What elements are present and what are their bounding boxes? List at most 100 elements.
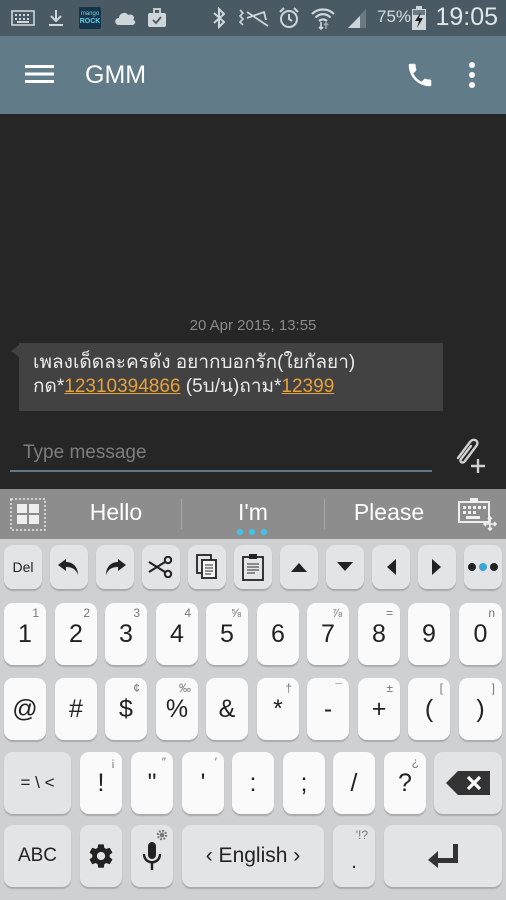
mango-label: mango	[80, 11, 100, 17]
message-bubble[interactable]: เพลงเด็ดละครดัง อยากบอกรัก(ใยกัลยา) กด*1…	[11, 343, 443, 411]
key-label: @	[12, 694, 38, 723]
arrow-up-icon	[291, 563, 307, 572]
key-1[interactable]: @	[4, 678, 46, 740]
abc-label: ABC	[17, 845, 58, 866]
key-label: 7	[321, 619, 335, 648]
more-suggestions-indicator	[237, 529, 267, 535]
redo-key[interactable]	[96, 545, 134, 589]
backspace-key[interactable]	[434, 752, 502, 814]
battery-charging-icon	[412, 6, 426, 30]
key-7[interactable]: ⅞7	[307, 603, 349, 665]
key-3[interactable]: ″ "	[131, 752, 173, 814]
key-5[interactable]: ⅝5	[206, 603, 248, 665]
keyboard: Del 1 1 2 2 3 3 4 4 ⅝ 5 6 ⅞ 7 = 8 9 n 0 @ # ¢ $ ‰% & † * ¯ - ± +[(])…	[0, 539, 506, 900]
more-vert-icon[interactable]	[460, 60, 484, 90]
keyboard-move-icon[interactable]	[458, 497, 498, 532]
key-alt-char: 2	[83, 606, 90, 620]
message-line-1: เพลงเด็ดละครดัง อยากบอกรัก(ใยกัลยา)	[33, 352, 356, 373]
key-4[interactable]: ′ '	[182, 752, 224, 814]
key-label: = \ <	[20, 773, 55, 792]
divider	[181, 499, 182, 529]
key-7[interactable]: /	[333, 752, 375, 814]
key-5[interactable]: :	[232, 752, 274, 814]
left-key[interactable]	[372, 545, 410, 589]
key-label: !	[97, 768, 105, 797]
key-alt-char: 3	[133, 606, 140, 620]
key-alt-char: ±	[386, 681, 393, 695]
period-key[interactable]: '!? .	[333, 825, 375, 887]
phone-icon[interactable]	[405, 60, 435, 90]
alarm-icon	[277, 6, 301, 30]
key-3[interactable]: 33	[105, 603, 147, 665]
settings-key[interactable]	[80, 825, 122, 887]
attach-add-icon[interactable]	[448, 434, 490, 476]
key-5[interactable]: &	[206, 678, 248, 740]
key-7[interactable]: ¯ -	[307, 678, 349, 740]
key-3[interactable]: ¢ $	[105, 678, 147, 740]
key-label: #	[69, 694, 83, 723]
mute-vibrate-icon	[238, 6, 270, 30]
key-label: *	[273, 694, 283, 723]
key-8[interactable]: ¿?	[384, 752, 426, 814]
right-key[interactable]	[418, 545, 456, 589]
abc-key[interactable]: ABC	[4, 825, 71, 887]
key-4[interactable]: ‰%	[156, 678, 198, 740]
more-key[interactable]	[464, 545, 502, 589]
status-bar: mango ROCK 75% 19:05	[0, 0, 506, 36]
key-8[interactable]: ± +	[358, 678, 400, 740]
key-10[interactable]: ])	[459, 678, 502, 740]
redo-icon	[106, 559, 126, 575]
language-label: ‹ English ›	[205, 844, 301, 867]
space-language-key[interactable]: ‹ English ›	[182, 825, 324, 887]
key-label: 3	[119, 619, 133, 648]
key-1[interactable]: 11	[4, 603, 46, 665]
key-9[interactable]: 9	[408, 603, 450, 665]
undo-key[interactable]	[50, 545, 88, 589]
del-key[interactable]: Del	[4, 545, 42, 589]
small-gear-icon	[156, 829, 168, 841]
down-key[interactable]	[326, 545, 364, 589]
key-alt-char: 1	[32, 606, 39, 620]
voice-input-key[interactable]	[131, 825, 173, 887]
grid-icon[interactable]	[10, 498, 46, 531]
key-10[interactable]: n0	[459, 603, 502, 665]
key-2[interactable]: 22	[55, 603, 97, 665]
key-4[interactable]: 44	[156, 603, 198, 665]
suggestion-2[interactable]: I'm	[193, 499, 313, 526]
key-label: 9	[422, 619, 436, 648]
key-alt-char: ]	[491, 681, 495, 695]
cut-key[interactable]	[142, 545, 180, 589]
enter-key[interactable]	[384, 825, 502, 887]
app-bar: GMM	[0, 36, 506, 114]
key-6[interactable]: ;	[283, 752, 325, 814]
key-2[interactable]: #	[55, 678, 97, 740]
key-label: /	[350, 768, 358, 797]
divider	[324, 499, 325, 529]
wifi-icon	[310, 6, 336, 30]
key-6[interactable]: 6	[257, 603, 299, 665]
menu-icon[interactable]	[25, 64, 55, 88]
key-label: 5	[220, 619, 234, 648]
phone-number-link[interactable]: 12310394866	[64, 376, 180, 397]
arrow-down-icon	[337, 562, 353, 571]
up-key[interactable]	[280, 545, 318, 589]
key-1[interactable]: = \ <	[4, 752, 71, 814]
suggestion-3[interactable]: Please	[329, 499, 449, 526]
short-code-link[interactable]: 12399	[281, 376, 334, 397]
conversation-title: GMM	[85, 61, 147, 89]
del-label: Del	[12, 559, 34, 575]
key-2[interactable]: ¡!	[80, 752, 122, 814]
copy-key[interactable]	[188, 545, 226, 589]
paste-key[interactable]	[234, 545, 272, 589]
key-8[interactable]: = 8	[358, 603, 400, 665]
key-label: ?	[398, 768, 412, 797]
message-input[interactable]	[10, 436, 432, 472]
key-label: 2	[69, 619, 83, 648]
backspace-icon	[446, 771, 490, 795]
suggestion-1[interactable]: Hello	[56, 499, 176, 526]
key-6[interactable]: † *	[257, 678, 299, 740]
key-label: $	[119, 694, 133, 723]
cut-icon	[148, 556, 173, 578]
key-9[interactable]: [(	[408, 678, 450, 740]
key-alt-char: ¡	[111, 755, 115, 769]
